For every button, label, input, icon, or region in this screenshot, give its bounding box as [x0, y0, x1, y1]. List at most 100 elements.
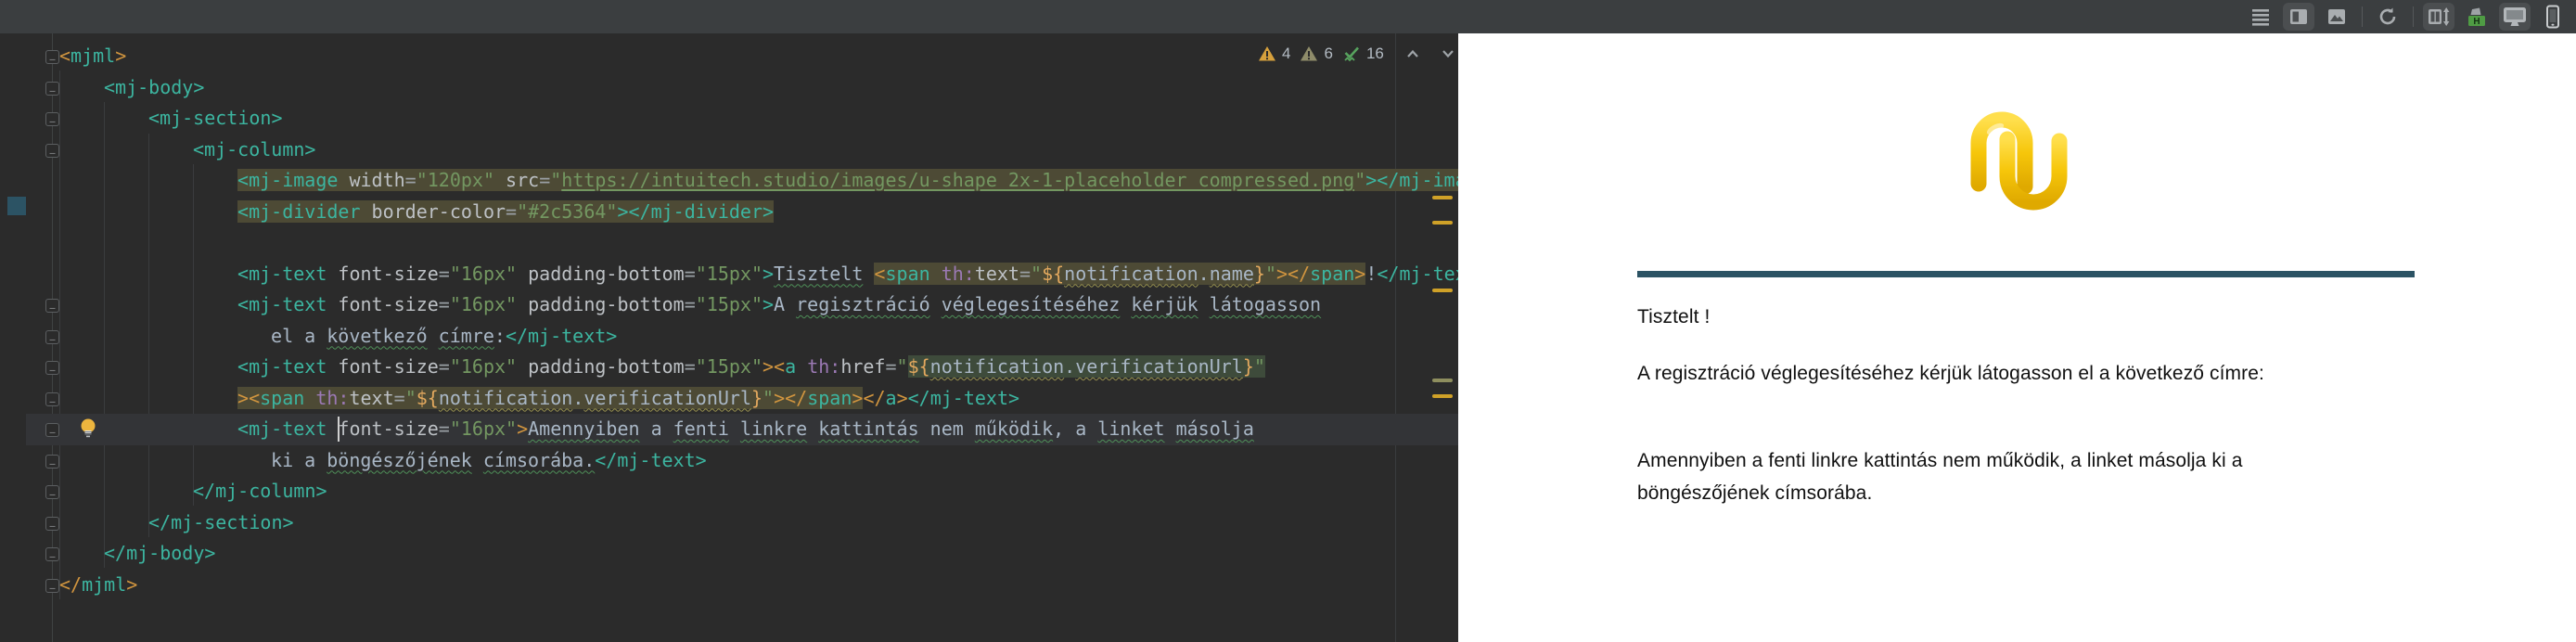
- code-token: <: [874, 262, 886, 285]
- code-line[interactable]: <mj-image width="120px" src="https://int…: [59, 165, 1458, 197]
- fold-marker[interactable]: [45, 361, 59, 375]
- code-token: ": [404, 386, 417, 409]
- code-token: </: [59, 572, 83, 596]
- code-line[interactable]: <mj-text font-size="16px" padding-bottom…: [59, 352, 1265, 383]
- code-token: =: [404, 169, 417, 191]
- code-token: notification: [1064, 262, 1198, 285]
- fold-marker[interactable]: [45, 516, 59, 531]
- refresh-preview-icon[interactable]: [2372, 3, 2403, 31]
- code-token: =: [539, 169, 551, 191]
- code-token: ></mj-image>: [1365, 169, 1458, 191]
- ide-window: H <mjml> <mj-body> <mj-section> <mj-colu…: [0, 0, 2576, 642]
- next-problem-icon[interactable]: [1440, 46, 1456, 61]
- code-token: font-size: [338, 262, 439, 285]
- code-token: "16px": [449, 355, 518, 378]
- code-token: "#2c5364": [517, 199, 618, 223]
- code-token: >: [763, 293, 775, 315]
- fold-marker[interactable]: [45, 454, 59, 469]
- error-stripe-mark[interactable]: [1432, 196, 1453, 199]
- code-token: linket: [1097, 417, 1165, 440]
- code-line[interactable]: </mjml>: [59, 570, 137, 601]
- code-line[interactable]: ><span th:text="${notification.verificat…: [59, 383, 1019, 415]
- code-token: kattintás: [818, 417, 919, 440]
- code-token: >: [763, 262, 775, 285]
- code-token: <mj-divider: [237, 199, 372, 223]
- code-token: >: [852, 386, 864, 409]
- fold-marker[interactable]: [45, 485, 59, 499]
- fold-marker[interactable]: [45, 50, 59, 64]
- code-token: mjml: [82, 572, 127, 596]
- code-token: ": [1253, 355, 1265, 378]
- code-line[interactable]: <mj-text font-size="16px">Amennyiben a f…: [59, 414, 1254, 445]
- code-line[interactable]: <mj-body>: [59, 72, 204, 104]
- fold-marker[interactable]: [45, 547, 59, 561]
- code-line[interactable]: <mj-column>: [59, 135, 315, 166]
- export-html-badge: H: [2473, 17, 2480, 27]
- right-margin-guide: [1395, 33, 1396, 642]
- code-line[interactable]: <mjml>: [59, 41, 126, 72]
- fold-marker[interactable]: [45, 392, 59, 406]
- inspections-widget[interactable]: 4 6 16: [1258, 43, 1456, 65]
- code-token: ki a: [271, 448, 327, 471]
- code-line[interactable]: <mj-text font-size="16px" padding-bottom…: [59, 289, 1321, 321]
- desktop-preview-icon[interactable]: [2499, 3, 2531, 31]
- code-token: <mj-text: [237, 293, 339, 315]
- email-preview-panel: Tisztelt ! A regisztráció véglegesítéséh…: [1458, 33, 2576, 642]
- code-token: ": [1264, 262, 1276, 285]
- code-token: text: [974, 262, 1019, 285]
- code-token: .: [1064, 355, 1076, 378]
- fold-marker[interactable]: [45, 578, 59, 593]
- code-token: Tisztelt: [774, 262, 864, 285]
- fold-marker[interactable]: [45, 299, 59, 313]
- code-line[interactable]: <mj-section>: [59, 103, 283, 135]
- fold-marker[interactable]: [45, 423, 59, 437]
- editor-and-preview-icon[interactable]: [2283, 3, 2314, 31]
- code-token: véglegesítéséhez: [941, 293, 1121, 315]
- code-token: mjml: [70, 45, 116, 67]
- code-line[interactable]: el a következő címre:</mj-text>: [59, 321, 617, 353]
- intention-bulb-icon[interactable]: [78, 417, 98, 444]
- code-token: <: [774, 355, 786, 378]
- code-line[interactable]: </mj-body>: [59, 538, 215, 570]
- error-stripe-mark[interactable]: [1432, 394, 1453, 398]
- code-token: böngészőjének: [327, 448, 472, 471]
- error-stripe-mark[interactable]: [1432, 221, 1453, 225]
- code-token: https://intuitech.studio/images/u-shape_…: [561, 169, 1355, 191]
- fold-marker[interactable]: [45, 112, 59, 126]
- fold-marker[interactable]: [45, 81, 59, 96]
- fold-marker[interactable]: [45, 143, 59, 158]
- code-line[interactable]: <mj-divider border-color="#2c5364"></mj-…: [59, 197, 775, 228]
- color-preview-swatch[interactable]: [7, 197, 26, 215]
- code-token: >: [896, 386, 908, 409]
- code-token: padding-bottom: [517, 293, 685, 315]
- preview-only-icon[interactable]: [2321, 3, 2352, 31]
- weak-warning-count[interactable]: 6: [1324, 45, 1332, 63]
- error-stripe-mark[interactable]: [1432, 379, 1453, 382]
- code-token: ${: [416, 386, 439, 409]
- mobile-preview-icon[interactable]: [2537, 3, 2569, 31]
- code-token: fenti: [673, 417, 729, 440]
- error-stripe-mark[interactable]: [1432, 289, 1453, 292]
- code-token: .: [1198, 262, 1210, 285]
- code-token: regisztráció: [796, 293, 930, 315]
- code-line[interactable]: </mj-section>: [59, 507, 294, 539]
- typo-count[interactable]: 16: [1366, 45, 1384, 63]
- export-html-icon[interactable]: H: [2461, 3, 2493, 31]
- preview-toolbar: H: [2245, 0, 2569, 33]
- warning-count[interactable]: 4: [1282, 45, 1290, 63]
- fold-marker[interactable]: [45, 329, 59, 344]
- code-token: verificationUrl: [1075, 355, 1243, 378]
- code-token: ": [1354, 169, 1366, 191]
- code-token: <: [59, 45, 71, 67]
- preview-heading: Tisztelt !: [1637, 306, 1711, 327]
- previous-problem-icon[interactable]: [1404, 46, 1421, 61]
- editor-only-icon[interactable]: [2245, 3, 2276, 31]
- code-line[interactable]: </mj-column>: [59, 476, 327, 507]
- code-editor[interactable]: <mjml> <mj-body> <mj-section> <mj-column> <m…: [0, 33, 1458, 642]
- code-token: ></: [774, 386, 808, 409]
- code-token: =: [1019, 262, 1032, 285]
- code-line[interactable]: ki a böngészőjének címsorába.</mj-text>: [59, 445, 707, 477]
- code-line[interactable]: <mj-text font-size="16px" padding-bottom…: [59, 259, 1458, 290]
- split-orientation-icon[interactable]: [2423, 3, 2454, 31]
